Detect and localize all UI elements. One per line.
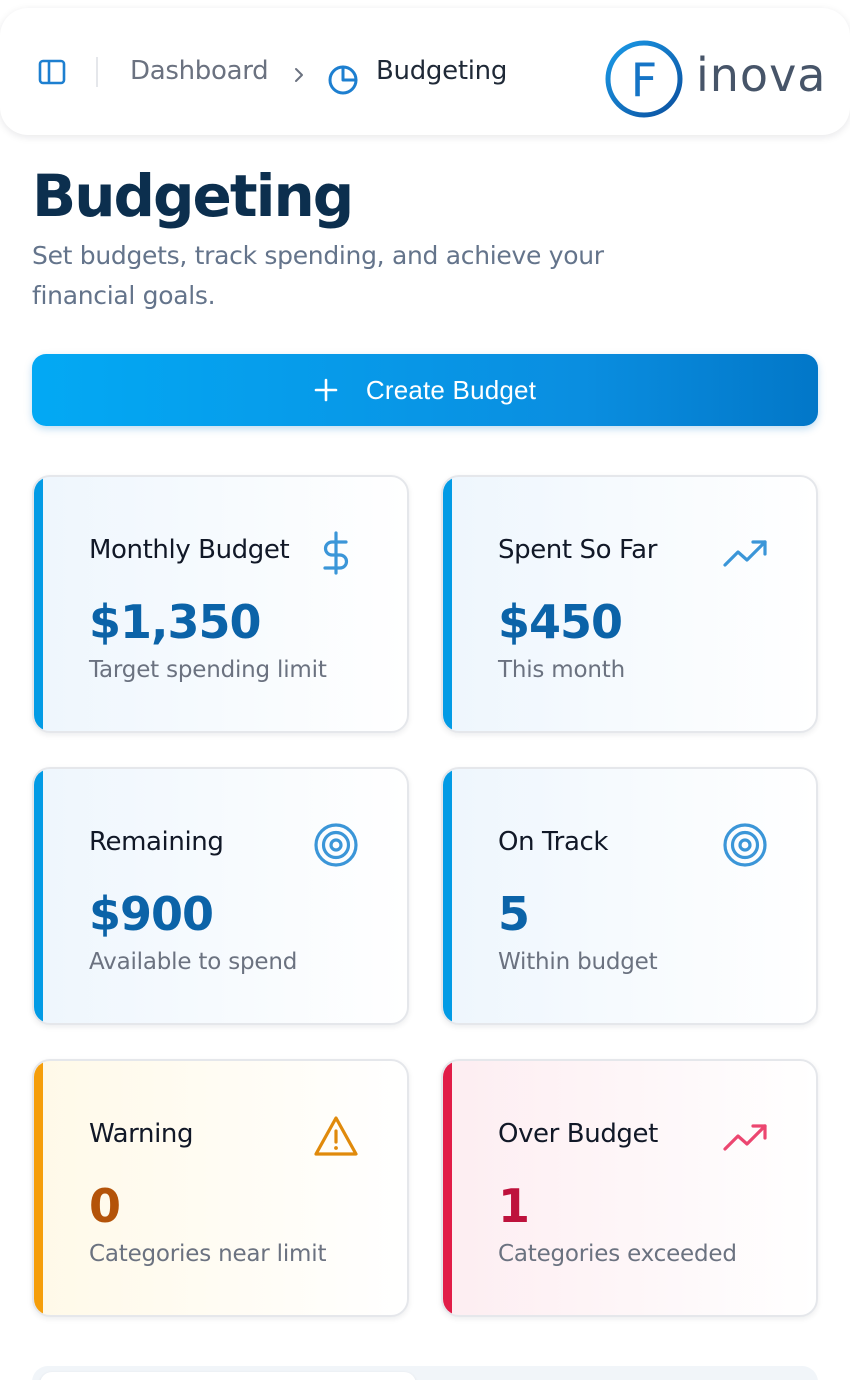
card-title: Warning [89,1119,194,1149]
tab-active[interactable] [40,1372,416,1380]
card-title: Remaining [89,827,224,857]
page-title: Budgeting [32,162,354,230]
target-icon [314,823,358,867]
card-title: Over Budget [498,1119,658,1149]
logo-letter: F [631,53,657,107]
top-header: Dashboard Budgeting F inova [0,8,850,135]
page-subtitle: Set budgets, track spending, and achieve… [32,241,604,310]
warning-triangle-icon [314,1116,358,1156]
card-accent-bar [443,769,452,1023]
stat-card-remaining[interactable]: Remaining $900 Available to spend [32,767,409,1025]
card-accent-bar [443,477,452,731]
plus-icon [314,378,338,402]
card-value: $450 [498,595,623,649]
card-value: $1,350 [89,595,262,649]
target-icon [723,823,767,867]
card-caption: Target spending limit [89,657,327,683]
header-divider [96,57,98,87]
card-caption: Categories exceeded [498,1241,737,1267]
pie-chart-icon [328,65,358,95]
stat-card-over-budget[interactable]: Over Budget 1 Categories exceeded [441,1059,818,1317]
card-caption: This month [498,657,625,683]
logo-text: inova [696,48,827,102]
create-budget-button[interactable]: Create Budget [32,354,818,426]
card-accent-bar [34,769,43,1023]
card-value: $900 [89,887,214,941]
stat-card-on-track[interactable]: On Track 5 Within budget [441,767,818,1025]
breadcrumb-dashboard-link[interactable]: Dashboard [130,56,269,86]
chevron-right-icon [295,68,303,82]
dollar-icon [323,531,349,575]
breadcrumb-current: Budgeting [376,56,508,86]
card-value: 0 [89,1179,121,1233]
card-caption: Within budget [498,949,658,975]
card-title: Spent So Far [498,535,658,565]
logo-mark-icon: F [605,40,683,118]
card-title: On Track [498,827,609,857]
create-budget-label: Create Budget [365,374,537,405]
card-title: Monthly Budget [89,535,290,565]
card-value: 5 [498,887,530,941]
sidebar-toggle-icon[interactable] [36,56,68,88]
stat-card-monthly-budget[interactable]: Monthly Budget $1,350 Target spending li… [32,475,409,733]
card-accent-bar [34,477,43,731]
stat-card-warning[interactable]: Warning 0 Categories near limit [32,1059,409,1317]
card-value: 1 [498,1179,530,1233]
stat-card-spent-so-far[interactable]: Spent So Far $450 This month [441,475,818,733]
card-accent-bar [443,1061,452,1315]
finova-logo[interactable]: F inova [604,36,827,124]
card-caption: Available to spend [89,949,298,975]
card-accent-bar [34,1061,43,1315]
card-caption: Categories near limit [89,1241,327,1267]
trending-up-icon [723,540,767,567]
trending-up-icon [723,1124,767,1151]
